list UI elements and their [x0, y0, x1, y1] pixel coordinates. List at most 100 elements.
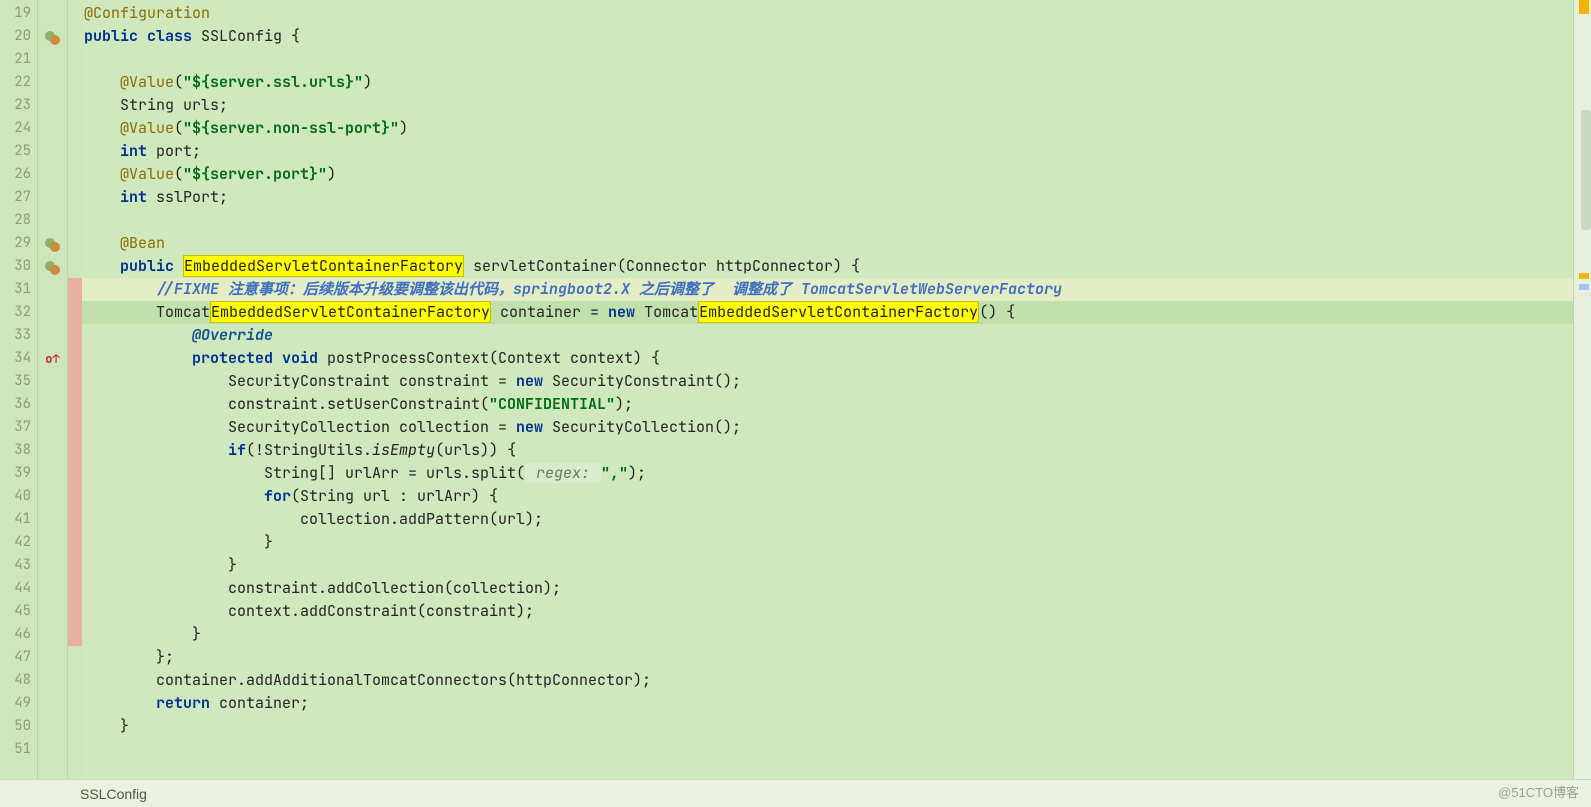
code-line[interactable]: context.addConstraint(constraint);: [82, 600, 1573, 623]
code-line[interactable]: String urls;: [82, 94, 1573, 117]
line-number[interactable]: 22: [0, 71, 37, 94]
line-number[interactable]: 25: [0, 140, 37, 163]
code-line[interactable]: };: [82, 646, 1573, 669]
code-line[interactable]: String[] urlArr = urls.split( regex: ","…: [82, 462, 1573, 485]
vcs-modified-marker[interactable]: [68, 554, 82, 577]
line-number[interactable]: 31: [0, 278, 37, 301]
line-number[interactable]: 46: [0, 623, 37, 646]
code-line[interactable]: container.addAdditionalTomcatConnectors(…: [82, 669, 1573, 692]
vcs-modified-marker[interactable]: [68, 347, 82, 370]
vcs-modified-marker[interactable]: [68, 485, 82, 508]
line-number[interactable]: 29: [0, 232, 37, 255]
code-line[interactable]: }: [82, 531, 1573, 554]
vcs-modified-marker[interactable]: [68, 370, 82, 393]
line-number[interactable]: 20: [0, 25, 37, 48]
implements-icon[interactable]: [38, 255, 67, 278]
line-number[interactable]: 51: [0, 738, 37, 761]
code-line[interactable]: int port;: [82, 140, 1573, 163]
vcs-modified-marker[interactable]: [68, 462, 82, 485]
code-token: new: [608, 302, 644, 322]
code-line[interactable]: SecurityCollection collection = new Secu…: [82, 416, 1573, 439]
code-line[interactable]: protected void postProcessContext(Contex…: [82, 347, 1573, 370]
vcs-modified-marker[interactable]: [68, 393, 82, 416]
gutter-blank: [38, 646, 67, 669]
line-number[interactable]: 42: [0, 531, 37, 554]
vcs-modified-marker[interactable]: [68, 531, 82, 554]
vcs-modified-marker[interactable]: [68, 508, 82, 531]
line-number-gutter[interactable]: 1920212223242526272829303132333435363738…: [0, 0, 38, 779]
line-number[interactable]: 23: [0, 94, 37, 117]
line-number[interactable]: 36: [0, 393, 37, 416]
code-line[interactable]: constraint.addCollection(collection);: [82, 577, 1573, 600]
code-line[interactable]: }: [82, 623, 1573, 646]
line-number[interactable]: 50: [0, 715, 37, 738]
line-number[interactable]: 37: [0, 416, 37, 439]
code-line[interactable]: if(!StringUtils.isEmpty(urls)) {: [82, 439, 1573, 462]
code-line[interactable]: @Value("${server.ssl.urls}"): [82, 71, 1573, 94]
override-icon[interactable]: o↑: [38, 347, 67, 370]
vcs-modified-marker[interactable]: [68, 623, 82, 646]
line-number[interactable]: 32: [0, 301, 37, 324]
code-line[interactable]: [82, 738, 1573, 761]
implements-icon[interactable]: [38, 232, 67, 255]
error-stripe-mark[interactable]: [1579, 273, 1589, 279]
vcs-blank: [68, 715, 82, 738]
line-number[interactable]: 26: [0, 163, 37, 186]
line-number[interactable]: 38: [0, 439, 37, 462]
gutter-blank: [38, 554, 67, 577]
code-line[interactable]: collection.addPattern(url);: [82, 508, 1573, 531]
vcs-modified-marker[interactable]: [68, 439, 82, 462]
vcs-modified-marker[interactable]: [68, 416, 82, 439]
code-line[interactable]: @Bean: [82, 232, 1573, 255]
code-line[interactable]: [82, 48, 1573, 71]
code-line[interactable]: public EmbeddedServletContainerFactory s…: [82, 255, 1573, 278]
line-number[interactable]: 43: [0, 554, 37, 577]
vcs-modified-marker[interactable]: [68, 278, 82, 301]
line-number[interactable]: 40: [0, 485, 37, 508]
vcs-modified-marker[interactable]: [68, 600, 82, 623]
line-number[interactable]: 35: [0, 370, 37, 393]
code-line[interactable]: @Override: [82, 324, 1573, 347]
vcs-modified-marker[interactable]: [68, 577, 82, 600]
line-number[interactable]: 33: [0, 324, 37, 347]
line-number[interactable]: 28: [0, 209, 37, 232]
line-number[interactable]: 47: [0, 646, 37, 669]
code-line[interactable]: //FIXME 注意事项：后续版本升级要调整该出代码，springboot2.X…: [82, 278, 1573, 301]
line-number[interactable]: 27: [0, 186, 37, 209]
code-line[interactable]: [82, 209, 1573, 232]
line-number[interactable]: 49: [0, 692, 37, 715]
code-line[interactable]: int sslPort;: [82, 186, 1573, 209]
implements-icon[interactable]: [38, 25, 67, 48]
line-number[interactable]: 41: [0, 508, 37, 531]
code-line[interactable]: @Value("${server.non-ssl-port}"): [82, 117, 1573, 140]
line-number[interactable]: 34: [0, 347, 37, 370]
analysis-status-icon[interactable]: [1579, 0, 1589, 14]
gutter-icon-column[interactable]: o↑: [38, 0, 68, 779]
code-line[interactable]: return container;: [82, 692, 1573, 715]
line-number[interactable]: 30: [0, 255, 37, 278]
error-stripe-mark[interactable]: [1579, 284, 1589, 290]
code-line[interactable]: @Value("${server.port}"): [82, 163, 1573, 186]
line-number[interactable]: 44: [0, 577, 37, 600]
code-line[interactable]: constraint.setUserConstraint("CONFIDENTI…: [82, 393, 1573, 416]
error-stripe[interactable]: [1573, 0, 1591, 779]
code-editor[interactable]: 1920212223242526272829303132333435363738…: [0, 0, 1591, 779]
code-line[interactable]: TomcatEmbeddedServletContainerFactory co…: [82, 301, 1573, 324]
code-line[interactable]: for(String url : urlArr) {: [82, 485, 1573, 508]
line-number[interactable]: 48: [0, 669, 37, 692]
code-area[interactable]: @Configurationpublic class SSLConfig { @…: [82, 0, 1573, 779]
code-line[interactable]: SecurityConstraint constraint = new Secu…: [82, 370, 1573, 393]
breadcrumb[interactable]: SSLConfig: [80, 786, 147, 802]
line-number[interactable]: 19: [0, 2, 37, 25]
code-line[interactable]: }: [82, 554, 1573, 577]
line-number[interactable]: 45: [0, 600, 37, 623]
code-line[interactable]: @Configuration: [82, 2, 1573, 25]
line-number[interactable]: 39: [0, 462, 37, 485]
code-line[interactable]: }: [82, 715, 1573, 738]
line-number[interactable]: 21: [0, 48, 37, 71]
scrollbar-thumb[interactable]: [1581, 110, 1591, 230]
code-line[interactable]: public class SSLConfig {: [82, 25, 1573, 48]
vcs-modified-marker[interactable]: [68, 301, 82, 324]
vcs-modified-marker[interactable]: [68, 324, 82, 347]
line-number[interactable]: 24: [0, 117, 37, 140]
